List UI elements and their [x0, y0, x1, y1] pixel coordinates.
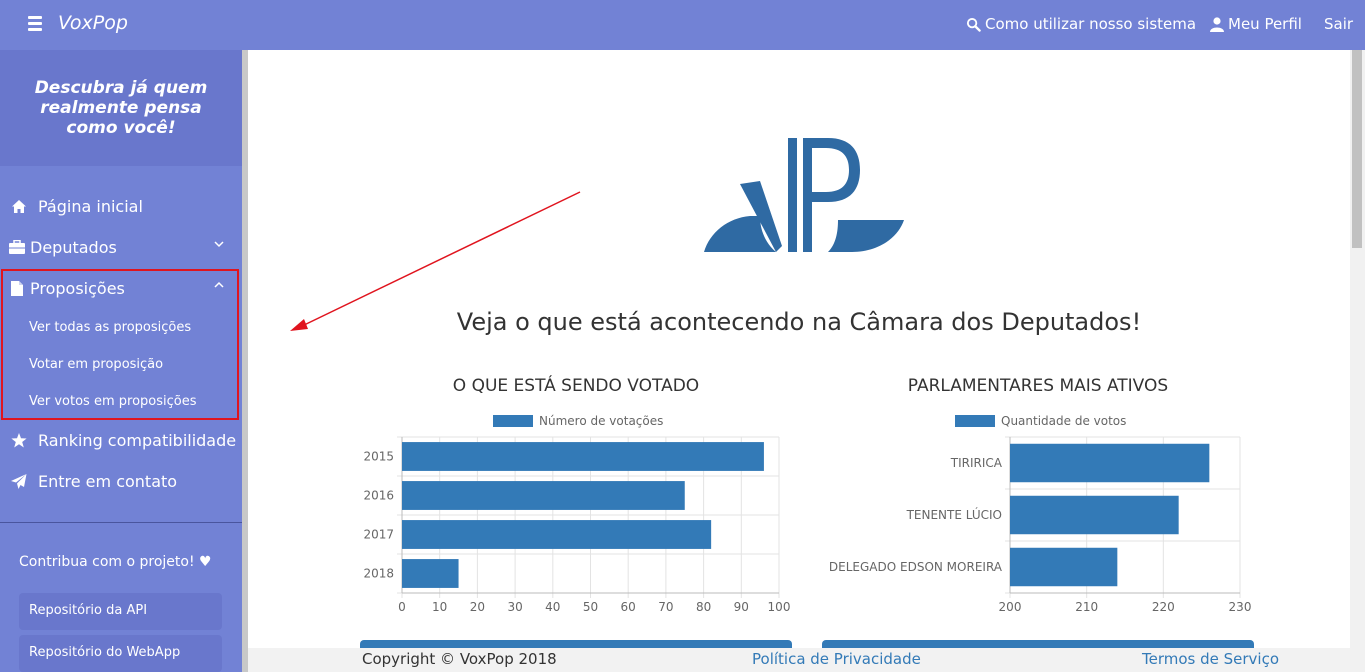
legend-votado[interactable]: Número de votações [493, 414, 663, 428]
help-link-label: Como utilizar nosso sistema [985, 15, 1197, 33]
bar[interactable] [402, 481, 685, 510]
main-content: Veja o que está acontecendo na Câmara do… [248, 50, 1350, 648]
x-tick-label: 210 [1075, 600, 1098, 614]
copyright-text: Copyright © VoxPop 2018 [362, 650, 557, 668]
card-header-strip [822, 640, 1254, 648]
sidebar-tagline: Descubra já quem realmente pensa como vo… [0, 50, 242, 166]
profile-link[interactable]: Meu Perfil [1210, 15, 1302, 33]
card-header-strip [360, 640, 792, 648]
chevron-down-icon [214, 241, 224, 248]
sidebar-item-home[interactable]: Página inicial [0, 187, 242, 225]
sidebar-item-contato[interactable]: Entre em contato [0, 462, 242, 500]
sidebar-item-deputados[interactable]: Deputados [0, 228, 242, 266]
x-tick-label: 60 [621, 600, 636, 614]
home-icon [4, 199, 34, 214]
top-navbar: VoxPop Como utilizar nosso sistema Meu P… [0, 0, 1365, 50]
x-tick-label: 220 [1152, 600, 1175, 614]
privacy-policy-link[interactable]: Política de Privacidade [752, 650, 921, 668]
sidebar-item-label: Entre em contato [38, 471, 178, 491]
user-icon [1210, 16, 1224, 32]
footer: Copyright © VoxPop 2018 Política de Priv… [248, 648, 1350, 672]
x-tick-label: 30 [507, 600, 522, 614]
y-category-label: DELEGADO EDSON MOREIRA [829, 560, 1003, 574]
search-icon [966, 17, 981, 32]
x-tick-label: 100 [768, 600, 791, 614]
profile-link-label: Meu Perfil [1228, 15, 1302, 33]
chart-votado: 0 10 20 30 40 50 60 70 80 90 100 2015 2016 2017 2018 [363, 436, 791, 614]
x-tick-label: 10 [432, 600, 447, 614]
legend-label: Quantidade de votos [1001, 414, 1127, 428]
y-category-label: 2017 [363, 528, 394, 542]
hamburger-menu-icon[interactable] [28, 16, 42, 31]
chart-title-votado: O QUE ESTÁ SENDO VOTADO [452, 376, 700, 396]
sidebar-item-label: Página inicial [38, 196, 143, 216]
x-tick-label: 200 [999, 600, 1022, 614]
voxpop-logo [704, 138, 904, 252]
chart-title-parlamentares: PARLAMENTARES MAIS ATIVOS [907, 376, 1169, 396]
paper-plane-icon [4, 473, 34, 489]
y-category-label: 2016 [363, 489, 394, 503]
brand-logo-text[interactable]: VoxPop [58, 12, 128, 34]
sidebar: Descubra já quem realmente pensa como vo… [0, 50, 242, 672]
x-tick-label: 80 [696, 600, 711, 614]
x-tick-label: 40 [545, 600, 560, 614]
terms-of-service-link[interactable]: Termos de Serviço [1142, 650, 1279, 668]
legend-swatch [493, 415, 533, 427]
x-tick-label: 0 [398, 600, 406, 614]
sidebar-item-label: Deputados [30, 237, 117, 257]
bar[interactable] [402, 559, 459, 588]
y-category-label: TIRIRICA [950, 456, 1003, 470]
sidebar-divider [0, 522, 242, 523]
webapp-repository-button[interactable]: Repositório do WebApp [19, 635, 222, 672]
star-icon [4, 432, 34, 448]
y-category-label: TENENTE LÚCIO [906, 507, 1002, 522]
contribute-heading: Contribua com o projeto! ♥ [19, 554, 212, 570]
scrollbar-thumb[interactable] [1352, 50, 1362, 248]
sidebar-item-label: Ranking compatibilidade [38, 430, 237, 450]
x-tick-label: 230 [1229, 600, 1252, 614]
logout-link-label: Sair [1324, 15, 1354, 33]
chart-parlamentares: 200 210 220 230 TIRIRICA TENENTE LÚCIO DELEGAD… [829, 436, 1252, 614]
bar[interactable] [402, 442, 764, 471]
legend-parlamentares[interactable]: Quantidade de votos [955, 414, 1126, 428]
bar[interactable] [1010, 443, 1210, 483]
bar[interactable] [1010, 495, 1179, 535]
y-category-label: 2018 [363, 567, 394, 581]
annotation-arrow [290, 191, 581, 331]
api-repository-button[interactable]: Repositório da API [19, 593, 222, 630]
sidebar-item-ranking[interactable]: Ranking compatibilidade [0, 421, 242, 459]
bar[interactable] [1010, 547, 1118, 587]
main-scrollbar[interactable] [1350, 50, 1365, 672]
logout-link[interactable]: Sair [1324, 15, 1353, 33]
x-tick-label: 50 [583, 600, 598, 614]
bar[interactable] [402, 520, 712, 549]
x-tick-label: 20 [470, 600, 485, 614]
y-category-label: 2015 [363, 450, 394, 464]
help-link[interactable]: Como utilizar nosso sistema [966, 15, 1196, 33]
annotation-highlight-box [1, 269, 239, 420]
briefcase-icon [4, 240, 30, 254]
x-tick-label: 90 [734, 600, 749, 614]
x-tick-label: 70 [658, 600, 673, 614]
legend-label: Número de votações [539, 414, 664, 428]
legend-swatch [955, 415, 995, 427]
